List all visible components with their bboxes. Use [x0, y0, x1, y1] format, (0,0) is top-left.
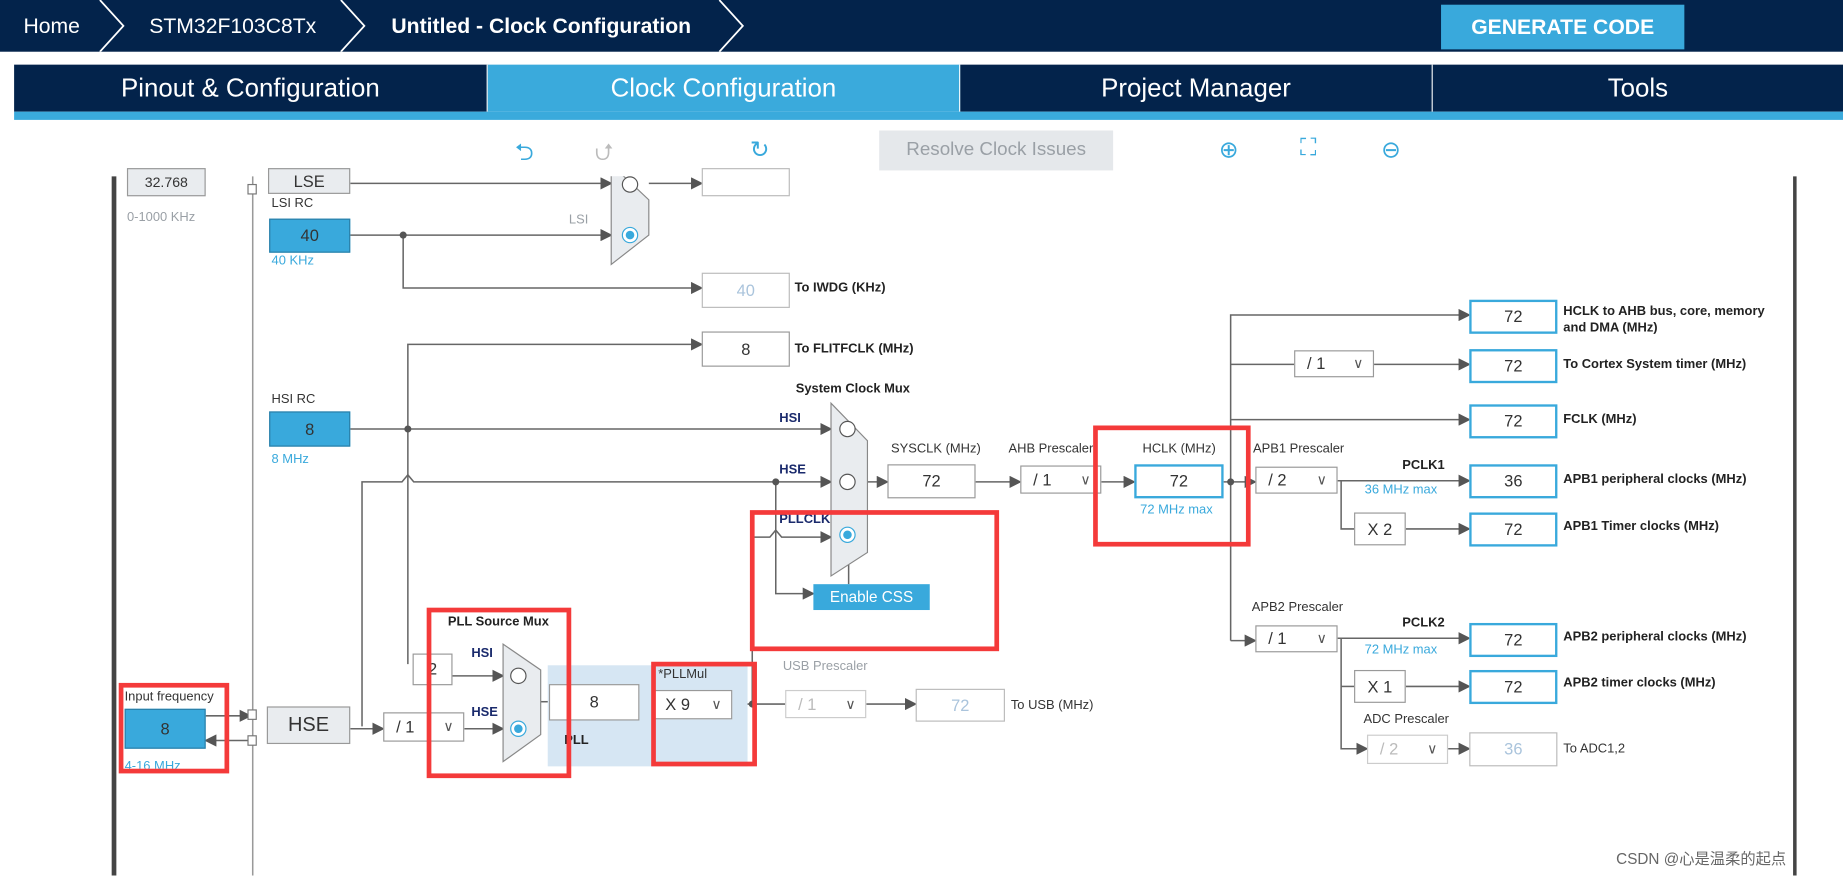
sysmux-radio-hse[interactable] — [839, 473, 856, 491]
ahb-output-value: 72 — [1469, 299, 1558, 334]
highlight-pllmul — [651, 661, 757, 767]
fclk-output-label: FCLK (MHz) — [1563, 412, 1637, 427]
hsi-label: HSI RC — [271, 392, 316, 407]
hse-prescaler-value: / 1 — [396, 716, 415, 736]
apb1-prescaler-label: APB1 Prescaler — [1252, 441, 1345, 457]
resolve-clock-issues-button[interactable]: Resolve Clock Issues — [879, 130, 1114, 171]
chevron-down-icon: ∨ — [1316, 630, 1328, 647]
cortex-prescaler-value: / 1 — [1307, 353, 1326, 373]
rtc-output — [701, 168, 790, 197]
adc-value: 36 — [1469, 732, 1558, 767]
sysmux-radio-hsi[interactable] — [839, 420, 856, 438]
tab-pinout[interactable]: Pinout & Configuration — [14, 64, 488, 112]
redo-icon[interactable]: ⮍ — [595, 135, 614, 175]
usb-output-label: To USB (MHz) — [1010, 698, 1094, 713]
tab-clock-configuration[interactable]: Clock Configuration — [487, 64, 961, 112]
usb-value: 72 — [915, 688, 1005, 722]
highlight-pllclk-css — [749, 510, 1000, 652]
hsi-unit: 8 MHz — [271, 452, 309, 467]
sysclk-value: 72 — [887, 464, 976, 499]
apb2-periph-label: APB2 peripheral clocks (MHz) — [1563, 630, 1747, 645]
tab-tools[interactable]: Tools — [1432, 64, 1843, 112]
chevron-down-icon: ∨ — [1080, 471, 1091, 488]
chevron-down-icon: ∨ — [845, 695, 856, 713]
apb1-timer-value: 72 — [1469, 512, 1558, 547]
apb2-timer-value: 72 — [1469, 669, 1558, 705]
sysclk-label: SYSCLK (MHz) — [890, 441, 981, 457]
lse-frequency-input[interactable]: 32.768 — [126, 168, 206, 197]
sysmux-hse-label: HSE — [779, 463, 806, 478]
highlight-hclk — [1093, 425, 1251, 547]
usb-prescaler-value: / 1 — [798, 694, 817, 714]
breadcrumb-chevrons — [99, 0, 745, 52]
apb1-timer-label: APB1 Timer clocks (MHz) — [1563, 519, 1719, 534]
apb2-timer-label: APB2 timer clocks (MHz) — [1563, 675, 1716, 690]
rtc-mux-radio-lsi[interactable] — [621, 226, 639, 244]
cortex-output-label: To Cortex System timer (MHz) — [1563, 357, 1747, 372]
fit-screen-icon[interactable]: ⛶ — [1300, 135, 1316, 162]
watermark: CSDN @心是温柔的起点 — [1616, 849, 1787, 868]
lse-box: LSE — [267, 168, 351, 194]
tab-underline — [14, 111, 1843, 120]
apb1-prescaler-select[interactable]: / 2 ∨ — [1255, 466, 1338, 494]
fclk-output-value: 72 — [1469, 404, 1558, 439]
chevron-down-icon: ∨ — [1353, 354, 1364, 372]
ahb-prescaler-label: AHB Prescaler — [1008, 441, 1094, 457]
pclk1-max: 36 MHz max — [1364, 483, 1438, 498]
tab-project-manager[interactable]: Project Manager — [960, 64, 1433, 112]
apb1-timer-multiplier: X 2 — [1354, 512, 1406, 546]
pclk2-label: PCLK2 — [1402, 615, 1445, 631]
zoom-in-icon[interactable]: ⊕ — [1219, 135, 1239, 164]
iwdg-value: 40 — [701, 272, 790, 308]
usb-prescaler-select[interactable]: / 1 ∨ — [785, 689, 867, 719]
iwdg-label: To IWDG (KHz) — [794, 280, 886, 296]
apb2-prescaler-label: APB2 Prescaler — [1251, 600, 1344, 615]
lse-range: 0-1000 KHz — [126, 210, 196, 225]
flitfclk-value: 8 — [701, 331, 790, 367]
lsi-mux-input-label: LSI — [568, 212, 589, 227]
lsi-rc-value: 40 — [269, 218, 351, 253]
highlight-pll-source-mux — [426, 607, 572, 779]
chevron-down-icon: ∨ — [1316, 471, 1328, 488]
adc-label: To ADC1,2 — [1563, 741, 1626, 756]
apb1-periph-value: 36 — [1469, 464, 1558, 499]
sysmux-hsi-label: HSI — [779, 411, 801, 426]
hsi-rc-value: 8 — [269, 411, 351, 447]
ahb-prescaler-select[interactable]: / 1 ∨ — [1020, 465, 1102, 494]
flitfclk-label: To FLITFCLK (MHz) — [794, 342, 914, 357]
refresh-icon[interactable]: ↻ — [750, 135, 770, 164]
usb-prescaler-label: USB Prescaler — [782, 659, 868, 674]
apb2-prescaler-select[interactable]: / 1 ∨ — [1255, 625, 1338, 653]
cortex-output-value: 72 — [1469, 349, 1558, 384]
ahb-prescaler-value: / 1 — [1033, 470, 1052, 489]
zoom-out-icon[interactable]: ⊖ — [1381, 135, 1401, 164]
highlight-input-frequency — [118, 682, 230, 774]
rtc-mux-radio-lse[interactable] — [621, 176, 639, 193]
adc-prescaler-select[interactable]: / 2 ∨ — [1366, 734, 1449, 765]
undo-icon[interactable]: ⮌ — [515, 135, 534, 175]
generate-code-button[interactable]: GENERATE CODE — [1441, 4, 1685, 50]
apb1-prescaler-value: / 2 — [1268, 470, 1287, 489]
pclk2-max: 72 MHz max — [1364, 642, 1438, 658]
apb1-periph-label: APB1 peripheral clocks (MHz) — [1563, 472, 1747, 487]
apb2-timer-multiplier: X 1 — [1354, 669, 1406, 703]
system-clock-mux-label: System Clock Mux — [795, 382, 910, 397]
hse-box: HSE — [266, 706, 351, 745]
adc-prescaler-value: / 2 — [1379, 739, 1399, 759]
apb2-periph-value: 72 — [1469, 622, 1558, 658]
ahb-output-label: HCLK to AHB bus, core, memory and DMA (M… — [1563, 304, 1765, 334]
pclk1-label: PCLK1 — [1402, 458, 1445, 473]
cortex-prescaler-select[interactable]: / 1 ∨ — [1294, 350, 1375, 378]
lsi-label: LSI RC — [271, 196, 314, 211]
adc-prescaler-label: ADC Prescaler — [1363, 712, 1449, 727]
lsi-unit: 40 KHz — [271, 253, 314, 268]
apb2-prescaler-value: / 1 — [1268, 628, 1287, 648]
chevron-down-icon: ∨ — [1427, 740, 1438, 757]
